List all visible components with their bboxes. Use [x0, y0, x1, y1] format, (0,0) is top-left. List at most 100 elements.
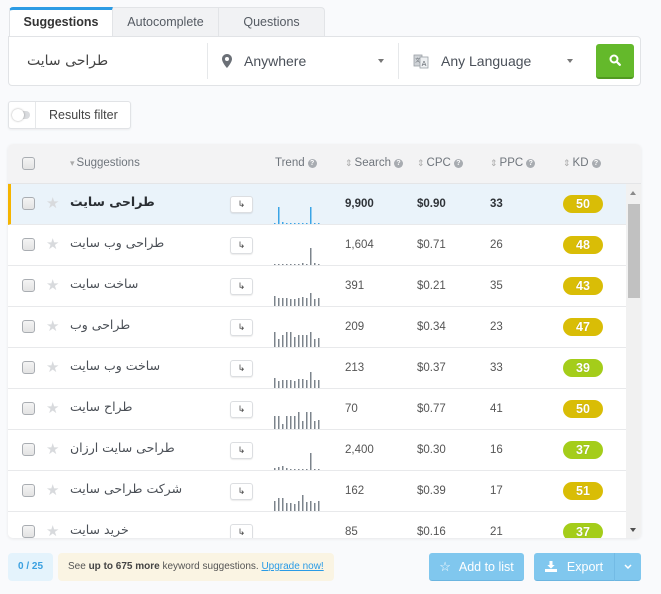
column-header-cpc[interactable]: ⇕ CPC? [417, 157, 463, 169]
star-icon[interactable]: ★ [46, 440, 59, 458]
tab-suggestions[interactable]: Suggestions [9, 7, 113, 37]
column-header-suggestions[interactable]: ▾ Suggestions [70, 157, 140, 169]
add-to-list-button[interactable]: ☆ Add to list [429, 553, 524, 581]
row-checkbox[interactable] [22, 484, 35, 497]
search-keyword-button[interactable]: ↳ [230, 278, 253, 295]
star-icon[interactable]: ★ [46, 481, 59, 499]
keyword-text[interactable]: طراحی سایت [70, 194, 155, 209]
row-checkbox[interactable] [22, 238, 35, 251]
keyword-text[interactable]: طراحی سایت ارزان [70, 440, 175, 455]
row-checkbox[interactable] [22, 361, 35, 374]
table-row[interactable]: ★ طراحی وب سایت ↳ 1,604 $0.71 26 48 [8, 225, 626, 266]
ppc-value: 21 [490, 526, 503, 538]
keyword-text[interactable]: طراح سایت [70, 399, 132, 414]
keyword-text[interactable]: طراحی وب [70, 317, 130, 332]
table-row[interactable]: ★ ساخت سایت ↳ 391 $0.21 35 43 [8, 266, 626, 307]
search-keyword-button[interactable]: ↳ [230, 237, 253, 254]
results-filter-label: Results filter [49, 108, 118, 122]
search-volume: 85 [345, 526, 358, 538]
cpc-value: $0.77 [417, 403, 446, 415]
kd-badge: 47 [563, 318, 603, 336]
star-icon[interactable]: ★ [46, 358, 59, 376]
keyword-text[interactable]: شرکت طراحی سایت [70, 481, 182, 496]
search-button[interactable] [596, 43, 634, 79]
table-row[interactable]: ★ طراحی سایت ارزان ↳ 2,400 $0.30 16 37 [8, 430, 626, 471]
trend-bar [286, 380, 288, 388]
table-row[interactable]: ★ شرکت طراحی سایت ↳ 162 $0.39 17 51 [8, 471, 626, 512]
star-icon[interactable]: ★ [46, 317, 59, 335]
help-icon[interactable]: ? [307, 159, 317, 168]
trend-bar [290, 503, 292, 511]
star-icon[interactable]: ★ [46, 522, 59, 538]
column-header-trend: Trend? [275, 157, 317, 169]
column-header-search[interactable]: ⇕ Search? [345, 157, 403, 169]
table-row[interactable]: ★ طراحی وب ↳ 209 $0.34 23 47 [8, 307, 626, 348]
tab-questions[interactable]: Questions [219, 7, 325, 37]
trend-bar [314, 469, 316, 470]
trend-bar [302, 421, 304, 429]
search-keyword-button[interactable]: ↳ [230, 524, 253, 538]
search-keyword-button[interactable]: ↳ [230, 442, 253, 459]
keyword-text[interactable]: خرید سایت [70, 522, 129, 537]
row-checkbox[interactable] [22, 197, 35, 210]
keyword-text[interactable]: طراحی وب سایت [70, 235, 164, 250]
table-row[interactable]: ★ خرید سایت ↳ 85 $0.16 21 37 [8, 512, 626, 538]
star-icon[interactable]: ★ [46, 194, 59, 212]
language-select[interactable]: A文 Any Language [399, 43, 587, 79]
row-checkbox[interactable] [22, 525, 35, 538]
export-button[interactable]: Export [534, 553, 614, 581]
scroll-down-arrow-icon[interactable] [630, 528, 636, 532]
star-icon[interactable]: ★ [46, 276, 59, 294]
scroll-up-arrow-icon[interactable] [630, 191, 636, 195]
column-header-kd[interactable]: ⇕ KD? [563, 157, 601, 169]
suggestions-table: ▾ Suggestions Trend? ⇕ Search? ⇕ CPC? ⇕ PPC?… [8, 144, 641, 538]
table-row[interactable]: ★ طراح سایت ↳ 70 $0.77 41 50 [8, 389, 626, 430]
location-value: Anywhere [244, 53, 307, 69]
trend-sparkline [274, 372, 320, 388]
trend-bar [274, 416, 276, 429]
upgrade-link[interactable]: Upgrade now! [261, 561, 323, 572]
kd-badge: 37 [563, 441, 603, 459]
tab-autocomplete[interactable]: Autocomplete [113, 7, 219, 37]
keyword-input[interactable] [9, 43, 207, 79]
trend-sparkline [274, 293, 320, 306]
star-icon[interactable]: ★ [46, 399, 59, 417]
search-keyword-button[interactable]: ↳ [230, 401, 253, 418]
export-options-dropdown[interactable] [614, 553, 641, 581]
results-filter-toggle[interactable]: Results filter [8, 101, 131, 129]
trend-bar [282, 380, 284, 388]
column-header-ppc[interactable]: ⇕ PPC? [490, 157, 536, 169]
keyword-text[interactable]: ساخت سایت [70, 276, 138, 291]
sort-icon: ⇕ [490, 158, 498, 168]
help-icon[interactable]: ? [591, 159, 601, 168]
row-checkbox[interactable] [22, 279, 35, 292]
scrollbar-thumb[interactable] [628, 204, 640, 298]
trend-bar [290, 332, 292, 347]
scrollbar[interactable] [626, 184, 641, 538]
trend-bar [310, 453, 312, 470]
search-keyword-button[interactable]: ↳ [230, 319, 253, 336]
trend-bar [282, 424, 284, 429]
help-icon[interactable]: ? [453, 159, 463, 168]
search-keyword-button[interactable]: ↳ [230, 483, 253, 500]
search-keyword-button[interactable]: ↳ [230, 196, 253, 213]
location-select[interactable]: Anywhere [208, 43, 398, 79]
search-keyword-button[interactable]: ↳ [230, 360, 253, 377]
search-volume: 213 [345, 362, 365, 374]
star-icon[interactable]: ★ [46, 235, 59, 253]
row-checkbox[interactable] [22, 320, 35, 333]
help-icon[interactable]: ? [393, 159, 403, 168]
arrow-return-icon: ↳ [237, 281, 246, 291]
search-volume: 2,400 [345, 444, 374, 456]
help-icon[interactable]: ? [526, 159, 536, 168]
trend-sparkline [274, 524, 322, 538]
chevron-down-icon [624, 564, 632, 569]
keyword-text[interactable]: ساخت وب سایت [70, 358, 160, 373]
select-all-checkbox[interactable] [22, 157, 35, 170]
row-checkbox[interactable] [22, 402, 35, 415]
trend-bar [310, 248, 312, 265]
row-checkbox[interactable] [22, 443, 35, 456]
table-row[interactable]: ★ ساخت وب سایت ↳ 213 $0.37 33 39 [8, 348, 626, 389]
toggle-switch[interactable] [9, 102, 36, 128]
table-row[interactable]: ★ طراحی سایت ↳ 9,900 $0.90 33 50 [8, 184, 626, 225]
